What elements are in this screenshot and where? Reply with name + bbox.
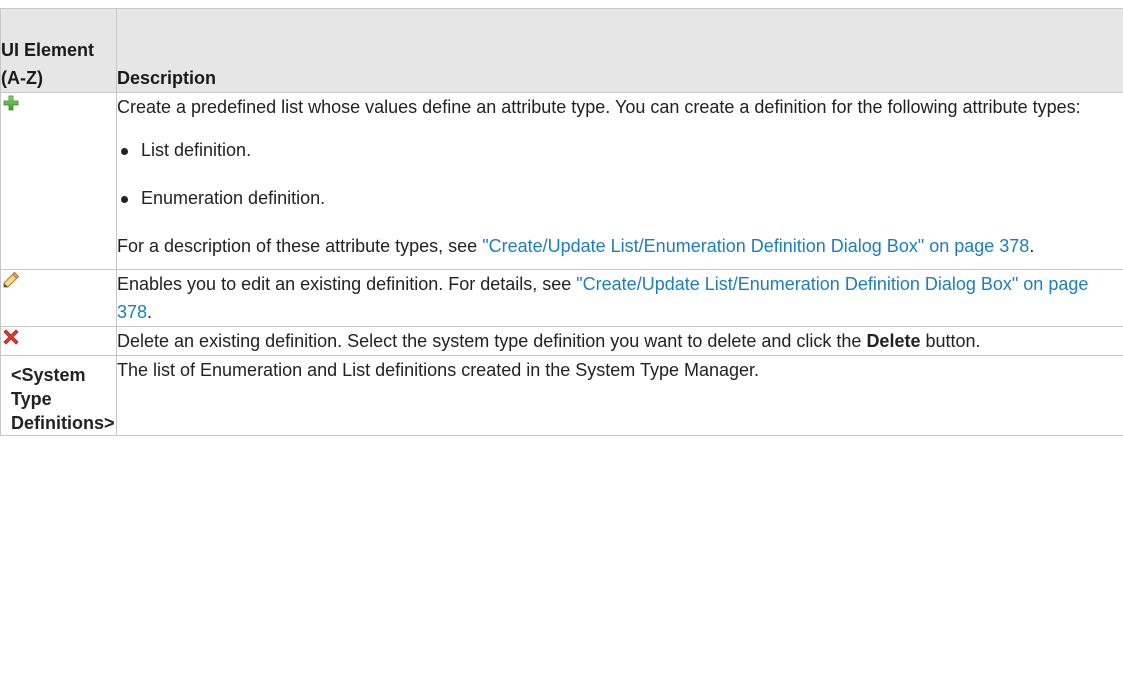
table-row: Enables you to edit an existing definiti… — [0, 269, 1123, 327]
edit-suffix: . — [147, 302, 153, 322]
list-item: List definition. — [117, 136, 1123, 164]
table-row: Create a predefined list whose values de… — [0, 92, 1123, 270]
table-row: Delete an existing definition. Select th… — [0, 326, 1123, 356]
system-types-description: The list of Enumeration and List definit… — [117, 360, 760, 380]
attribute-type-list: List definition. Enumeration definition. — [117, 136, 1123, 212]
table-row: <System Type Definitions> The list of En… — [0, 355, 1123, 436]
add-reference-text: For a description of these attribute typ… — [117, 232, 1123, 260]
description-cell: Create a predefined list whose values de… — [116, 92, 1123, 270]
description-cell: Enables you to edit an existing definiti… — [116, 269, 1123, 327]
red-x-icon — [1, 327, 21, 347]
description-cell: Delete an existing definition. Select th… — [116, 326, 1123, 356]
element-cell — [0, 92, 117, 270]
pencil-icon — [1, 270, 21, 290]
list-item: Enumeration definition. — [117, 184, 1123, 212]
column-header-ui-element: UI Element (A-Z) — [0, 8, 117, 93]
delete-description-text: Delete an existing definition. Select th… — [117, 331, 867, 351]
description-cell: The list of Enumeration and List definit… — [116, 355, 1123, 436]
create-update-dialog-link[interactable]: "Create/Update List/Enumeration Definiti… — [482, 236, 1029, 256]
delete-button-name: Delete — [866, 331, 921, 351]
reference-prefix: For a description of these attribute typ… — [117, 236, 483, 256]
system-type-definitions-element: <System Type Definitions> — [11, 365, 115, 433]
table-header-row: UI Element (A-Z) Description — [0, 8, 1123, 93]
element-cell: <System Type Definitions> — [0, 355, 117, 436]
column-header-description: Description — [116, 8, 1123, 93]
reference-suffix: . — [1029, 236, 1035, 256]
element-cell — [0, 269, 117, 327]
add-intro-text: Create a predefined list whose values de… — [117, 97, 1081, 117]
ui-elements-table: UI Element (A-Z) Description Create a pr… — [0, 8, 1123, 436]
element-cell — [0, 326, 117, 356]
delete-suffix: button. — [920, 331, 981, 351]
green-plus-icon — [1, 93, 21, 113]
edit-description-text: Enables you to edit an existing definiti… — [117, 274, 577, 294]
